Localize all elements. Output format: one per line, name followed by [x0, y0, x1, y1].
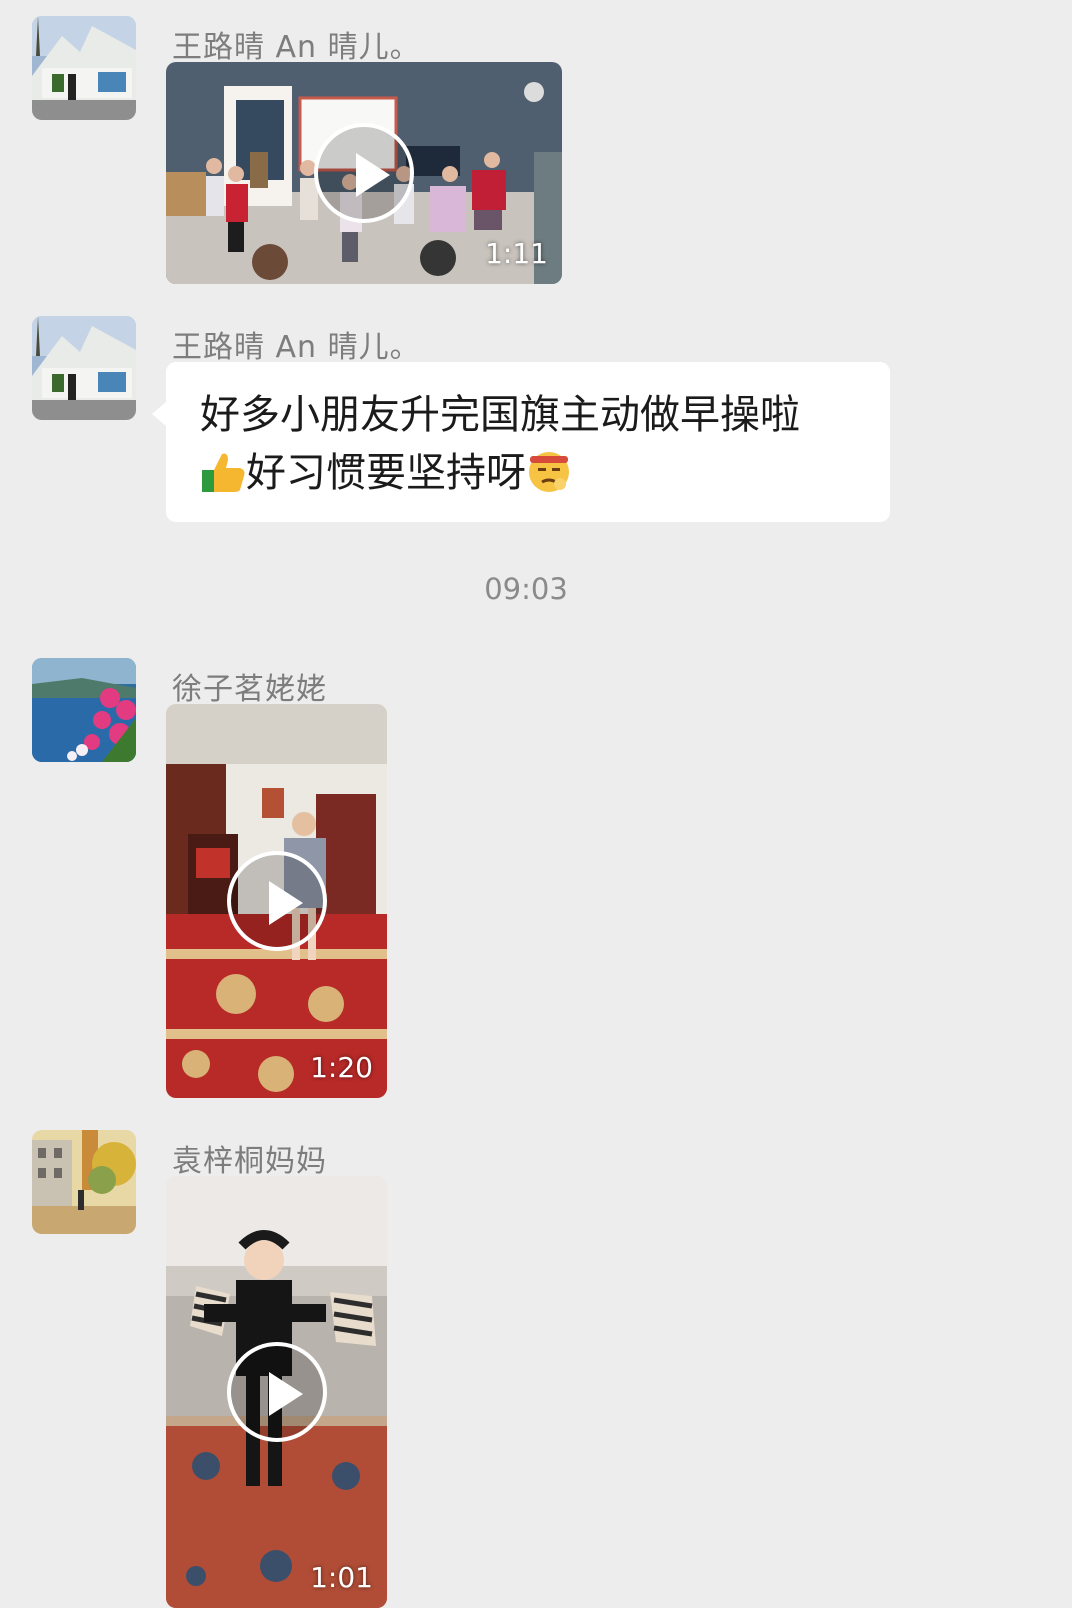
message-line-2-text: 好习惯要坚持呀: [246, 450, 526, 496]
play-icon[interactable]: [226, 1342, 327, 1442]
thumbs-up-icon: [202, 453, 245, 492]
video-message[interactable]: 1:01: [166, 1176, 387, 1608]
message-line-1: 好多小朋友升完国旗主动做早操啦: [200, 392, 800, 438]
video-duration: 1:01: [310, 1561, 373, 1594]
play-icon[interactable]: [226, 851, 327, 951]
sender-name: 王路晴 An 晴儿。: [172, 30, 421, 65]
timestamp: 09:03: [484, 572, 568, 606]
message-line-2: 好习惯要坚持呀: [200, 444, 862, 502]
sender-name: 王路晴 An 晴儿。: [172, 330, 421, 365]
video-message[interactable]: 1:20: [166, 704, 387, 1098]
avatar[interactable]: [32, 1130, 136, 1234]
video-message[interactable]: 1:11: [166, 62, 562, 284]
text-bubble[interactable]: 好多小朋友升完国旗主动做早操啦 好习惯要坚持呀: [152, 362, 890, 522]
play-icon[interactable]: [314, 123, 414, 223]
video-duration: 1:11: [485, 237, 548, 270]
sender-name: 徐子茗姥姥: [172, 672, 327, 707]
determined-face-icon: [529, 452, 569, 492]
avatar[interactable]: [32, 16, 136, 120]
video-duration: 1:20: [310, 1051, 373, 1084]
avatar[interactable]: [32, 316, 136, 420]
avatar[interactable]: [32, 658, 136, 762]
sender-name: 袁梓桐妈妈: [172, 1144, 327, 1179]
